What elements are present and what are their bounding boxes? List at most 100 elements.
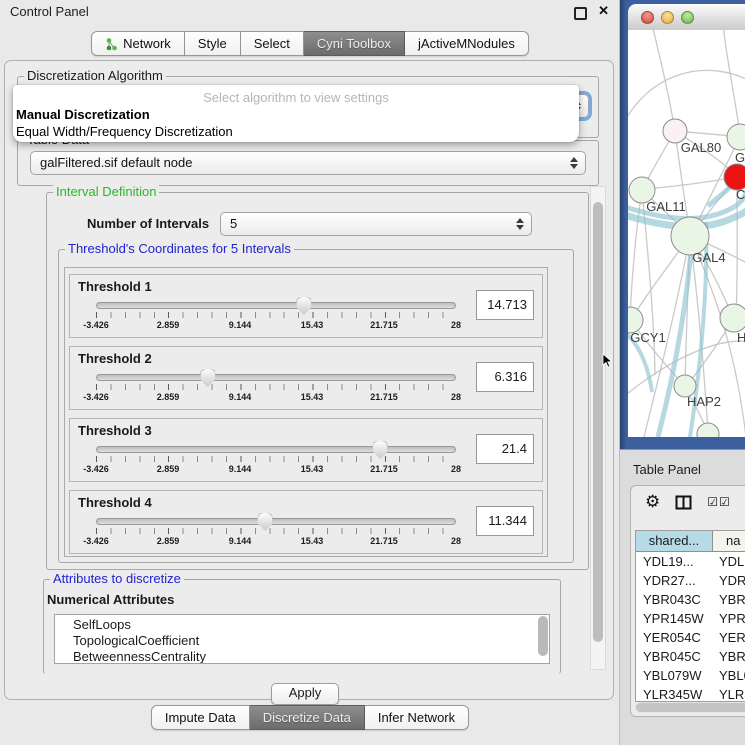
threshold-1-panel: Threshold 1 -3.426 2.859 9.144 15.43 [69, 274, 543, 338]
cell[interactable]: YPR1 [713, 609, 745, 628]
close-traffic-light-icon[interactable] [641, 11, 654, 24]
traffic-lights [641, 11, 694, 24]
slider-ticks [96, 456, 457, 462]
number-of-intervals-combobox[interactable]: 5 [220, 212, 532, 236]
table-row[interactable]: YER054CYER0 [636, 628, 745, 647]
table-row[interactable]: YPR145WYPR1 [636, 609, 745, 628]
threshold-1-value-field[interactable]: 14.713 [476, 290, 534, 320]
mouse-cursor [602, 353, 614, 369]
slider-track[interactable] [96, 374, 456, 381]
table-row[interactable]: YDL19...YDL1 [636, 552, 745, 571]
cell[interactable]: YER054C [636, 628, 713, 647]
tab-infer-network[interactable]: Infer Network [365, 705, 469, 730]
network-icon [105, 37, 118, 51]
table-row[interactable]: YLR345WYLR3 [636, 685, 745, 702]
combo-stepper-icon [570, 157, 578, 169]
cell[interactable]: YPR145W [636, 609, 713, 628]
attributes-group-title: Attributes to discretize [50, 571, 184, 586]
list-item[interactable]: TopologicalCoefficient [73, 633, 549, 649]
cell[interactable]: YBR045C [636, 647, 713, 666]
list-item[interactable]: BetweennessCentrality [73, 649, 549, 664]
tab-style[interactable]: Style [185, 31, 241, 56]
cell[interactable]: YDR2 [713, 571, 745, 590]
scale-tick: 2.859 [157, 320, 180, 330]
discretization-algorithm-title: Discretization Algorithm [24, 68, 166, 83]
tab-jactivemnodules-label: jActiveMNodules [418, 36, 515, 51]
threshold-3-value-field[interactable]: 21.4 [476, 434, 534, 464]
list-item[interactable]: SelfLoops [73, 617, 549, 633]
scale-tick: 9.144 [229, 536, 252, 546]
float-window-icon[interactable] [574, 7, 587, 20]
scale-tick: 21.715 [370, 320, 398, 330]
zoom-traffic-light-icon[interactable] [681, 11, 694, 24]
slider-track[interactable] [96, 446, 456, 453]
threshold-2-value-field[interactable]: 6.316 [476, 362, 534, 392]
cell[interactable]: YER0 [713, 628, 745, 647]
tab-impute-data[interactable]: Impute Data [151, 705, 250, 730]
table-data-group: Table Data galFiltered.sif default node [17, 140, 599, 186]
scale-tick: 15.43 [301, 320, 324, 330]
dropdown-option-equal-width[interactable]: Equal Width/Frequency Discretization [16, 124, 233, 139]
tab-cyni-toolbox[interactable]: Cyni Toolbox [304, 31, 405, 56]
threshold-2-label: Threshold 2 [78, 351, 152, 366]
panel-scrollbar-thumb[interactable] [593, 202, 603, 642]
cell[interactable]: YLR345W [636, 685, 713, 702]
table-data-combobox[interactable]: galFiltered.sif default node [30, 151, 586, 175]
table-row[interactable]: YBR043CYBR0 [636, 590, 745, 609]
minimize-traffic-light-icon[interactable] [661, 11, 674, 24]
threshold-4-value-field[interactable]: 11.344 [476, 506, 534, 536]
table-horizontal-scrollbar-thumb[interactable] [636, 703, 745, 712]
gear-icon[interactable]: ⚙ [645, 492, 660, 512]
table-row[interactable]: YBR045CYBR0 [636, 647, 745, 666]
cell[interactable]: YBL079W [636, 666, 713, 685]
checkboxes-icon[interactable]: ☑☑ [707, 495, 731, 509]
screen: Control Panel ✕ Network Style Select [0, 0, 745, 745]
tab-discretize-data[interactable]: Discretize Data [250, 705, 365, 730]
tab-jactivemnodules[interactable]: jActiveMNodules [405, 31, 529, 56]
node-label-gal80: GAL80 [681, 140, 721, 155]
cell[interactable]: YDL19... [636, 552, 713, 571]
split-columns-icon[interactable] [675, 495, 692, 510]
threshold-3-slider[interactable] [96, 446, 456, 453]
tab-select[interactable]: Select [241, 31, 304, 56]
column-header-name[interactable]: na [713, 531, 745, 552]
threshold-1-slider[interactable] [96, 302, 456, 309]
slider-track[interactable] [96, 518, 456, 525]
slider-scale: -3.426 2.859 9.144 15.43 21.715 28 [96, 464, 456, 476]
threshold-4-slider[interactable] [96, 518, 456, 525]
threshold-2-slider[interactable] [96, 374, 456, 381]
network-window-titlebar[interactable] [628, 4, 745, 31]
panel-scrollbar[interactable] [590, 186, 606, 670]
tab-cyni-toolbox-label: Cyni Toolbox [317, 36, 391, 51]
node-h[interactable] [720, 304, 745, 332]
list-scrollbar-thumb[interactable] [538, 616, 548, 656]
network-canvas[interactable]: GAL80 GA C GAL11 GAL4 GCY1 H HAP2 [628, 30, 745, 437]
thresholds-group-title: Threshold's Coordinates for 5 Intervals [65, 241, 294, 256]
table-horizontal-scrollbar[interactable] [635, 702, 745, 713]
numerical-attributes-list[interactable]: SelfLoops TopologicalCoefficient Between… [54, 614, 550, 664]
slider-track[interactable] [96, 302, 456, 309]
apply-button[interactable]: Apply [271, 683, 339, 705]
cell[interactable]: YBR0 [713, 590, 745, 609]
table-row[interactable]: YDR27...YDR2 [636, 571, 745, 590]
dropdown-prompt[interactable]: Select algorithm to view settings [13, 90, 579, 105]
tab-network[interactable]: Network [91, 31, 185, 56]
column-header-shared-name[interactable]: shared... [636, 531, 713, 552]
cell[interactable]: YLR3 [713, 685, 745, 702]
node-top-right[interactable] [727, 124, 745, 150]
cell[interactable]: YBL0 [713, 666, 745, 685]
close-icon[interactable]: ✕ [598, 3, 609, 19]
cell[interactable]: YBR0 [713, 647, 745, 666]
cell[interactable]: YDR27... [636, 571, 713, 590]
scale-tick: -3.426 [83, 464, 109, 474]
cell[interactable]: YDL1 [713, 552, 745, 571]
scale-tick: 9.144 [229, 464, 252, 474]
node-table[interactable]: shared... na YDL19...YDL1 YDR27...YDR2 Y… [635, 530, 745, 702]
node-bottom[interactable] [697, 423, 719, 437]
numerical-attributes-label: Numerical Attributes [47, 592, 174, 607]
dropdown-option-manual[interactable]: Manual Discretization [16, 107, 150, 122]
cell[interactable]: YBR043C [636, 590, 713, 609]
table-row[interactable]: YBL079WYBL0 [636, 666, 745, 685]
scale-tick: 15.43 [301, 464, 324, 474]
bottom-tab-bar: Impute Data Discretize Data Infer Networ… [0, 705, 620, 730]
